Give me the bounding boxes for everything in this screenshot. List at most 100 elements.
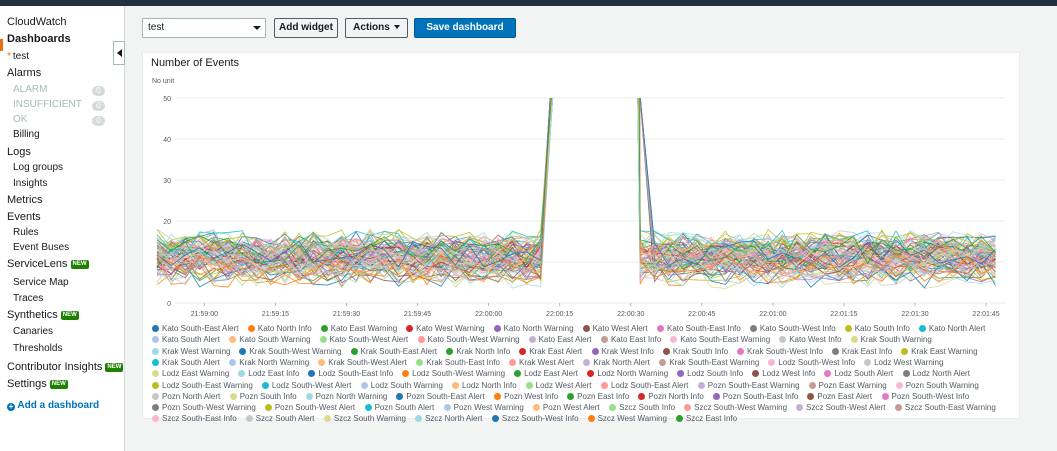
legend-item[interactable]: Kato East Warning [320,324,397,334]
legend-item[interactable]: Szcz North Alert [415,414,482,424]
legend-item[interactable]: Pozn South-West Alert [264,403,355,413]
sidebar-item-log-groups[interactable]: Log groups [13,162,63,173]
add-widget-button[interactable]: Add widget [274,18,338,38]
legend-item[interactable]: Szcz South-East Info [152,414,237,424]
legend-item[interactable]: Szcz South-West Warning [684,403,787,413]
legend-item[interactable]: Szcz South-East Warning [894,403,996,413]
sidebar-item-traces[interactable]: Traces [13,293,43,304]
legend-item[interactable]: Krak North Alert [583,358,650,368]
legend-item[interactable]: Krak East Info [831,347,892,357]
legend-item[interactable]: Szcz East Info [675,414,737,424]
legend-item[interactable]: Krak South-East Warning [659,358,759,368]
legend-item[interactable]: Szcz South Warning [323,414,406,424]
legend-item[interactable]: Szcz West Warning [587,414,667,424]
sidebar-item-dashboards[interactable]: Dashboards [7,33,71,45]
legend-item[interactable]: Pozn North Warning [305,392,387,402]
add-dashboard-link[interactable]: + Add a dashboard [7,400,99,411]
legend-item[interactable]: Lodz South Info [677,369,743,379]
legend-item[interactable]: Szcz South-West Alert [796,403,885,413]
legend-item[interactable]: Lodz South Warning [360,381,443,391]
sidebar-item-cloudwatch[interactable]: CloudWatch [7,16,67,28]
legend-item[interactable]: Szcz South Alert [245,414,314,424]
legend-item[interactable]: Kato South-East Alert [152,324,239,334]
legend-item[interactable]: Pozn South Warning [895,381,979,391]
sidebar-item-billing[interactable]: Billing [13,129,40,140]
sidebar-item-service-map[interactable]: Service Map [13,277,69,288]
sidebar-item-thresholds[interactable]: Thresholds [13,343,62,354]
legend-item[interactable]: Lodz South-West Warning [402,369,505,379]
legend-item[interactable]: Pozn West Warning [443,403,524,413]
legend-item[interactable]: Pozn East Info [567,392,629,402]
sidebar-item-insufficient[interactable]: INSUFFICIENT [13,99,82,110]
legend-item[interactable]: Krak South-East Alert [350,347,437,357]
legend-item[interactable]: Pozn East Warning [808,381,887,391]
legend-item[interactable]: Kato South-East Warning [670,335,770,345]
legend-item[interactable]: Lodz East Warning [152,369,229,379]
legend-item[interactable]: Kato North Warning [493,324,574,334]
legend-item[interactable]: Lodz North Warning [587,369,668,379]
sidebar-item-contributor-insights[interactable]: Contributor Insights NEW [7,361,124,373]
widget-number-of-events[interactable]: Number of Events No unit 0 10 20 30 40 50 21:59… [142,52,1020,423]
legend-item[interactable]: Krak West Warning [152,347,230,357]
legend-item[interactable]: Krak South Warning [850,335,932,345]
legend-item[interactable]: Lodz East Alert [514,369,578,379]
legend-item[interactable]: Pozn East Alert [807,392,872,402]
legend-item[interactable]: Lodz North Alert [902,369,970,379]
legend-item[interactable]: Lodz West Alert [525,381,592,391]
sidebar-item-settings[interactable]: Settings NEW [7,378,68,390]
legend-item[interactable]: Lodz South-West Info [768,358,855,368]
legend-item[interactable]: Krak East Alert [519,347,582,357]
legend-item[interactable]: Lodz East Info [238,369,299,379]
sidebar-item-alarms[interactable]: Alarms [7,67,41,79]
legend-item[interactable]: Krak South-West Info [737,347,823,357]
legend-item[interactable]: Kato South Info [844,324,910,334]
legend-item[interactable]: Lodz South-East Warning [152,381,253,391]
legend-item[interactable]: Pozn South-East Alert [396,392,485,402]
legend-item[interactable]: Kato South-West Info [749,324,836,334]
sidebar-item-alarm[interactable]: ALARM [13,84,47,95]
legend-item[interactable]: Lodz West Info [752,369,815,379]
legend-item[interactable]: Lodz South-East Alert [600,381,688,391]
legend-item[interactable]: Krak South Info [662,347,728,357]
legend-item[interactable]: Kato South Alert [152,335,220,345]
legend-item[interactable]: Krak South-East Info [416,358,500,368]
legend-item[interactable]: Krak West Alert [509,358,574,368]
sidebar-item-test[interactable]: * test [7,51,29,62]
sidebar-item-events[interactable]: Events [7,211,41,223]
legend-item[interactable]: Kato East Alert [528,335,592,345]
collapse-sidebar-button[interactable] [113,41,125,65]
legend-item[interactable]: Szcz South Info [609,403,675,413]
series-line[interactable] [156,97,996,262]
sidebar-item-metrics[interactable]: Metrics [7,194,42,206]
legend-item[interactable]: Pozn West Info [494,392,558,402]
legend-item[interactable]: Pozn South Alert [364,403,434,413]
sidebar-item-synthetics[interactable]: Synthetics NEW [7,309,79,321]
legend-item[interactable]: Lodz South Alert [824,369,893,379]
legend-item[interactable]: Pozn North Alert [152,392,220,402]
legend-item[interactable]: Kato North Info [247,324,312,334]
legend-item[interactable]: Lodz North Info [451,381,517,391]
legend-item[interactable]: Pozn South Info [229,392,297,402]
legend-item[interactable]: Szcz South-West Info [491,414,579,424]
legend-item[interactable]: Kato East Info [600,335,661,345]
legend-item[interactable]: Pozn West Alert [532,403,600,413]
legend-item[interactable]: Kato South Warning [229,335,311,345]
legend-item[interactable]: Pozn South-East Info [712,392,798,402]
actions-button[interactable]: Actions [345,18,408,38]
legend-item[interactable]: Lodz West Warning [864,358,943,368]
legend-item[interactable]: Kato North Alert [918,324,985,334]
legend-item[interactable]: Pozn South-West Info [881,392,969,402]
sidebar-item-insights[interactable]: Insights [13,178,47,189]
legend-item[interactable]: Krak South-West Warning [239,347,342,357]
dashboard-select[interactable]: test [142,18,266,38]
sidebar-item-canaries[interactable]: Canaries [13,326,53,337]
legend-item[interactable]: Kato South-West Warning [417,335,520,345]
save-dashboard-button[interactable]: Save dashboard [414,18,516,38]
legend-item[interactable]: Krak South-West Alert [318,358,407,368]
legend-item[interactable]: Krak South Alert [152,358,220,368]
sidebar-item-event-buses[interactable]: Event Buses [13,242,69,253]
legend-item[interactable]: Kato West Warning [406,324,485,334]
legend-item[interactable]: Kato South-East Info [657,324,741,334]
legend-item[interactable]: Krak East Warning [901,347,978,357]
sidebar-item-rules[interactable]: Rules [13,227,39,238]
